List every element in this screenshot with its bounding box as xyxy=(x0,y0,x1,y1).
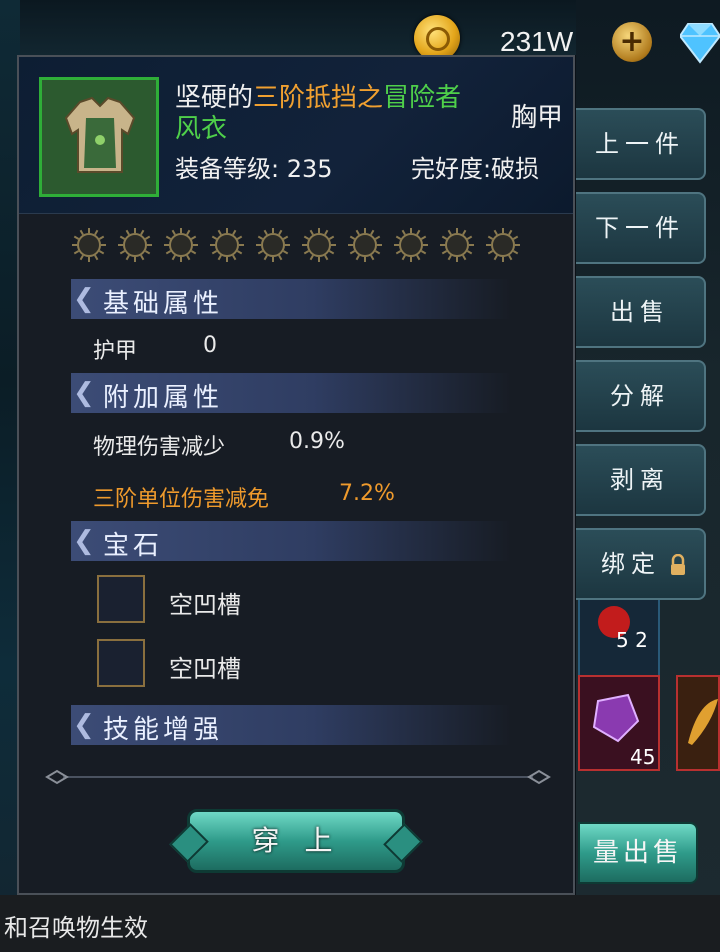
stat-name: 护甲 xyxy=(93,339,138,364)
extra-attributes-header: ❮ 附加属性 xyxy=(71,373,511,413)
equip-button[interactable]: 穿 上 xyxy=(187,809,405,873)
chevron-left-icon: ❮ xyxy=(73,378,95,408)
stat-name: 三阶单位伤害减免 xyxy=(93,487,270,512)
bind-button[interactable]: 绑定 xyxy=(576,528,706,600)
next-item-button[interactable]: 下一件 xyxy=(576,192,706,264)
strip-button[interactable]: 剥离 xyxy=(576,444,706,516)
chest-armor-icon xyxy=(64,96,136,173)
item-name-set: 冒险者 xyxy=(383,83,462,113)
gem-socket[interactable] xyxy=(97,575,145,623)
stat-value: 0 xyxy=(203,333,217,358)
inventory-slot[interactable]: 45 xyxy=(578,675,660,771)
item-detail-panel: 坚硬的三阶抵挡之冒险者风衣 胸甲 装备等级: 235 完好度:破损 ❮ 基础属性… xyxy=(17,55,575,895)
diamond-icon xyxy=(678,20,720,64)
enhancement-star-empty-icon xyxy=(71,227,107,263)
inventory-slot[interactable]: 5 2 xyxy=(578,590,660,686)
item-count: 5 2 xyxy=(616,628,648,652)
inventory-slot[interactable] xyxy=(676,675,720,771)
chevron-left-icon: ❮ xyxy=(73,526,95,556)
enhancement-star-empty-icon xyxy=(347,227,383,263)
equipment-level: 装备等级: 235 xyxy=(175,155,333,183)
durability-status: 完好度:破损 xyxy=(411,155,540,183)
chevron-left-icon: ❮ xyxy=(73,710,95,740)
enhancement-star-empty-icon xyxy=(255,227,291,263)
gem-socket-label: 空凹槽 xyxy=(169,591,241,619)
disassemble-button[interactable]: 分解 xyxy=(576,360,706,432)
enhancement-star-empty-icon xyxy=(393,227,429,263)
enhancement-stars xyxy=(71,227,521,263)
gem-socket-label: 空凹槽 xyxy=(169,655,241,683)
section-title: 技能增强 xyxy=(103,715,224,745)
skill-enhancement-header: ❮ 技能增强 xyxy=(71,705,511,745)
item-slot-type: 胸甲 xyxy=(511,103,564,133)
enhancement-star-empty-icon xyxy=(439,227,475,263)
item-name-affix: 三阶抵挡之 xyxy=(253,83,384,113)
base-attributes-header: ❮ 基础属性 xyxy=(71,279,511,319)
purple-crystal-icon xyxy=(592,693,640,743)
divider xyxy=(45,769,551,785)
enhancement-star-empty-icon xyxy=(117,227,153,263)
item-header: 坚硬的三阶抵挡之冒险者风衣 胸甲 装备等级: 235 完好度:破损 xyxy=(19,57,573,214)
lock-icon xyxy=(671,554,685,575)
chevron-left-icon: ❮ xyxy=(73,284,95,314)
stat-value: 7.2% xyxy=(339,481,395,506)
bind-button-label: 绑定 xyxy=(601,550,661,578)
stat-value: 0.9% xyxy=(289,429,345,454)
add-gold-button[interactable]: + xyxy=(612,22,652,62)
item-count: 45 xyxy=(630,745,656,769)
enhancement-star-empty-icon xyxy=(485,227,521,263)
item-name: 坚硬的三阶抵挡之冒险者风衣 xyxy=(175,83,495,145)
enhancement-star-empty-icon xyxy=(301,227,337,263)
bulk-sell-button[interactable]: 量出售 xyxy=(578,822,698,884)
section-title: 宝石 xyxy=(103,531,164,561)
gems-header: ❮ 宝石 xyxy=(71,521,511,561)
section-title: 附加属性 xyxy=(103,383,224,413)
stat-name: 物理伤害减少 xyxy=(93,435,226,460)
item-name-base: 风衣 xyxy=(175,114,228,144)
sell-button[interactable]: 出售 xyxy=(576,276,706,348)
enhancement-star-empty-icon xyxy=(163,227,199,263)
bottom-description-text: 和召唤物生效 xyxy=(4,914,148,942)
gem-socket[interactable] xyxy=(97,639,145,687)
gold-amount: 231W xyxy=(500,26,574,57)
enhancement-star-empty-icon xyxy=(209,227,245,263)
item-icon-frame xyxy=(39,77,159,197)
item-name-prefix: 坚硬的 xyxy=(175,83,254,113)
section-title: 基础属性 xyxy=(103,289,224,319)
previous-item-button[interactable]: 上一件 xyxy=(576,108,706,180)
golden-wing-icon xyxy=(688,699,718,745)
